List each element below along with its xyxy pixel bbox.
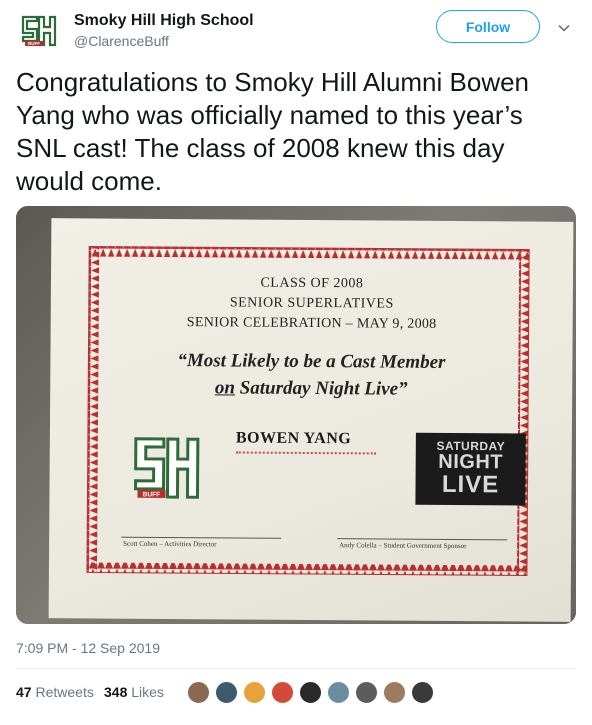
follow-button[interactable]: Follow (436, 10, 540, 43)
liker-avatar[interactable] (298, 680, 323, 705)
school-logo-icon: BUFF (21, 15, 57, 46)
sh-logo-word: BUFF (143, 491, 160, 498)
author-name[interactable]: Smoky Hill High School (74, 12, 254, 30)
liker-avatar[interactable] (270, 680, 295, 705)
signature-left: Scott Cohen – Activities Director (123, 539, 217, 549)
chevron-down-icon[interactable] (556, 20, 572, 36)
certificate: CLASS OF 2008 SENIOR SUPERLATIVES SENIOR… (48, 218, 574, 622)
cert-quote-line1: “Most Likely to be a Cast Member (177, 350, 446, 373)
cert-quote-rest: Saturday Night Live” (234, 377, 408, 400)
liker-avatar[interactable] (382, 680, 407, 705)
retweets-count: 47 (16, 684, 32, 700)
avatar[interactable]: BUFF (16, 10, 62, 56)
tweet-text: Congratulations to Smoky Hill Alumni Bow… (16, 67, 530, 196)
logo-word: BUFF (28, 41, 40, 46)
snl-word-live: LIVE (441, 470, 500, 499)
likes-stat[interactable]: 348 Likes (104, 684, 164, 700)
cert-quote-line2: on Saturday Night Live” (50, 376, 572, 402)
tweet-header: BUFF Smoky Hill High School @ClarenceBuf… (16, 8, 576, 56)
tweet-photo[interactable]: CLASS OF 2008 SENIOR SUPERLATIVES SENIOR… (16, 206, 576, 624)
liker-avatar[interactable] (410, 680, 435, 705)
liker-avatar[interactable] (242, 680, 267, 705)
divider (16, 668, 576, 669)
cert-quote-on: on (214, 377, 236, 399)
likes-count: 348 (104, 684, 128, 700)
liker-avatar[interactable] (186, 680, 211, 705)
sh-logo-icon: BUFF (134, 437, 200, 499)
likes-label: Likes (131, 684, 164, 700)
snl-logo: SATURDAY NIGHT LIVE (415, 432, 526, 506)
liker-avatar[interactable] (214, 680, 239, 705)
cert-name: BOWEN YANG (235, 429, 352, 448)
retweets-stat[interactable]: 47 Retweets (16, 684, 94, 700)
liker-avatar[interactable] (354, 680, 379, 705)
tweet-timestamp[interactable]: 7:09 PM - 12 Sep 2019 (16, 640, 160, 656)
author-handle[interactable]: @ClarenceBuff (74, 33, 169, 49)
liker-avatar[interactable] (326, 680, 351, 705)
retweets-label: Retweets (35, 684, 94, 700)
signature-right: Andy Colella – Student Government Sponso… (339, 541, 467, 551)
